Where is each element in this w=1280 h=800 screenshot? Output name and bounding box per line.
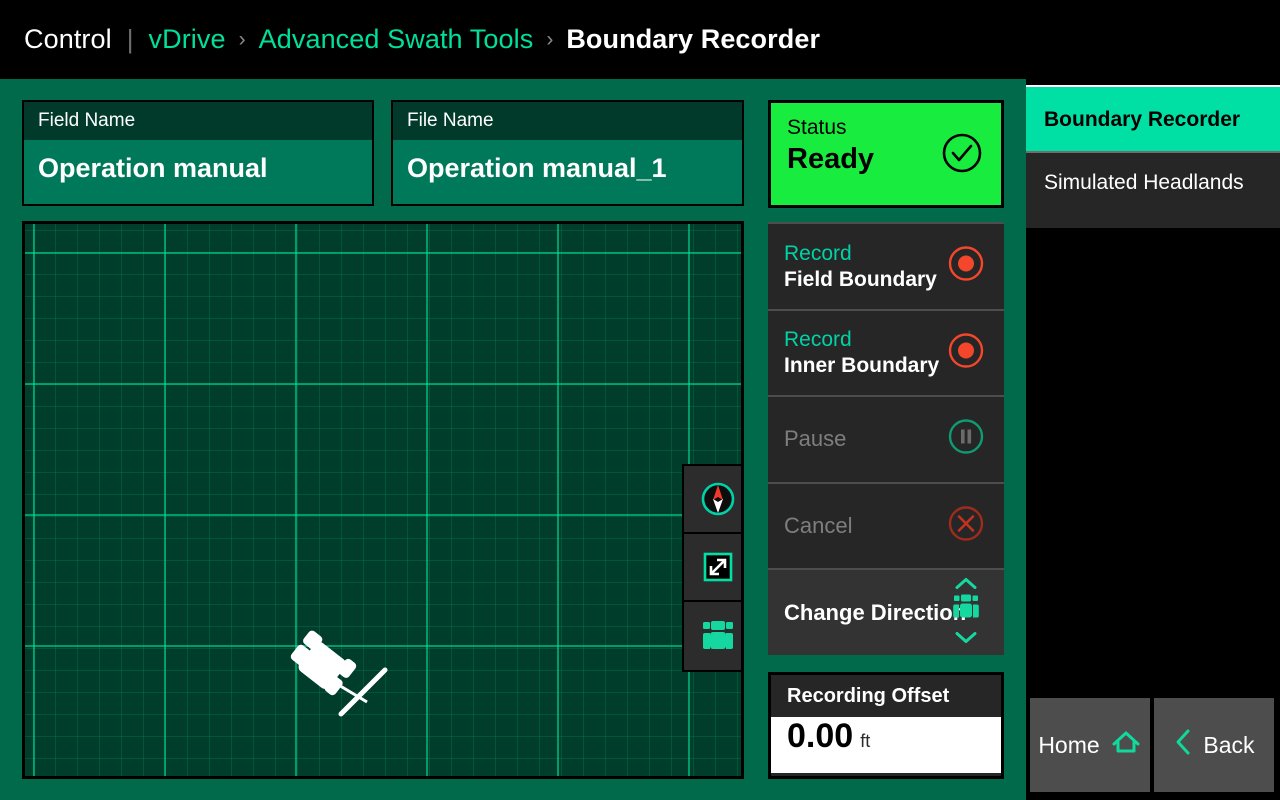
breadcrumb-item-advanced-swath-tools[interactable]: Advanced Swath Tools [259,24,534,55]
chevron-right-icon-2: › [546,27,554,51]
file-name-card[interactable]: File Name Operation manual_1 [391,100,744,206]
pause-label: Pause [784,426,847,452]
field-name-card[interactable]: Field Name Operation manual [22,100,374,206]
home-button-label: Home [1038,731,1100,758]
sidebar-footer-buttons: Home Back [1026,690,1280,800]
record-inner-boundary-button[interactable]: Record Inner Boundary [768,308,1004,396]
field-name-label: Field Name [38,110,136,131]
sidebar-item-simulated-headlands[interactable]: Simulated Headlands [1026,151,1280,228]
recording-offset-panel[interactable]: Recording Offset 0.00 ft [768,672,1004,779]
status-panel: Status Ready [768,100,1004,208]
recording-offset-label-row: Recording Offset [771,675,1001,717]
breadcrumb: Control | vDrive › Advanced Swath Tools … [24,0,820,79]
tractor-with-implement-icon [275,624,395,734]
right-sidebar: Boundary Recorder Simulated Headlands Ho… [1026,0,1280,800]
cancel-label: Cancel [784,513,853,539]
file-name-value-row: Operation manual_1 [393,140,742,196]
recording-offset-label: Recording Offset [787,684,950,707]
field-name-value: Operation manual [38,152,268,183]
chevron-right-icon-1: › [238,27,246,51]
breadcrumb-root[interactable]: Control [24,24,112,55]
file-name-value: Operation manual_1 [407,152,667,183]
cancel-circle-icon [944,502,988,551]
record-field-boundary-button[interactable]: Record Field Boundary [768,222,1004,309]
cancel-button[interactable]: Cancel [768,481,1004,569]
pause-circle-icon [944,415,988,464]
change-direction-label: Change Direction [784,599,967,625]
field-name-value-row: Operation manual [24,140,372,196]
sidebar-item-label: Simulated Headlands [1044,171,1244,194]
center-vehicle-icon[interactable] [684,602,741,670]
record-inner-boundary-label-top: Record [784,328,852,352]
fit-to-screen-icon[interactable] [684,534,741,602]
recording-offset-unit: ft [860,731,871,751]
boundary-recorder-screen: Control | vDrive › Advanced Swath Tools … [0,0,1280,800]
sidebar-item-label: Boundary Recorder [1044,107,1241,131]
recording-offset-value-row[interactable]: 0.00 ft [771,717,1001,773]
file-name-label: File Name [407,110,494,131]
record-inner-boundary-label-bottom: Inner Boundary [784,354,940,378]
pause-button[interactable]: Pause [768,395,1004,482]
status-value: Ready [787,143,875,175]
recording-offset-value: 0.00 [787,717,854,755]
back-button[interactable]: Back [1154,698,1274,792]
breadcrumb-item-vdrive[interactable]: vDrive [149,24,226,55]
action-button-stack: Record Field Boundary Record Inner Bound… [768,222,1004,655]
field-name-label-row: Field Name [24,102,372,140]
back-button-label: Back [1203,731,1255,758]
change-direction-button[interactable]: Change Direction [768,568,1004,655]
breadcrumb-pipe: | [126,24,134,54]
file-name-label-row: File Name [393,102,742,140]
home-icon [1110,727,1142,763]
map-view-controls [682,464,741,672]
record-field-boundary-label-bottom: Field Boundary [784,267,937,291]
record-icon [944,242,988,291]
change-direction-icon [944,575,988,650]
breadcrumb-item-boundary-recorder: Boundary Recorder [566,24,821,54]
status-label: Status [787,116,847,139]
record-icon [944,328,988,377]
record-field-boundary-label-top: Record [784,241,852,265]
compass-icon[interactable] [684,466,741,534]
sidebar-item-boundary-recorder[interactable]: Boundary Recorder [1026,85,1280,151]
chevron-left-icon [1173,727,1193,763]
field-map-panel[interactable] [22,221,744,779]
home-button[interactable]: Home [1030,698,1150,792]
check-circle-icon [939,130,985,181]
